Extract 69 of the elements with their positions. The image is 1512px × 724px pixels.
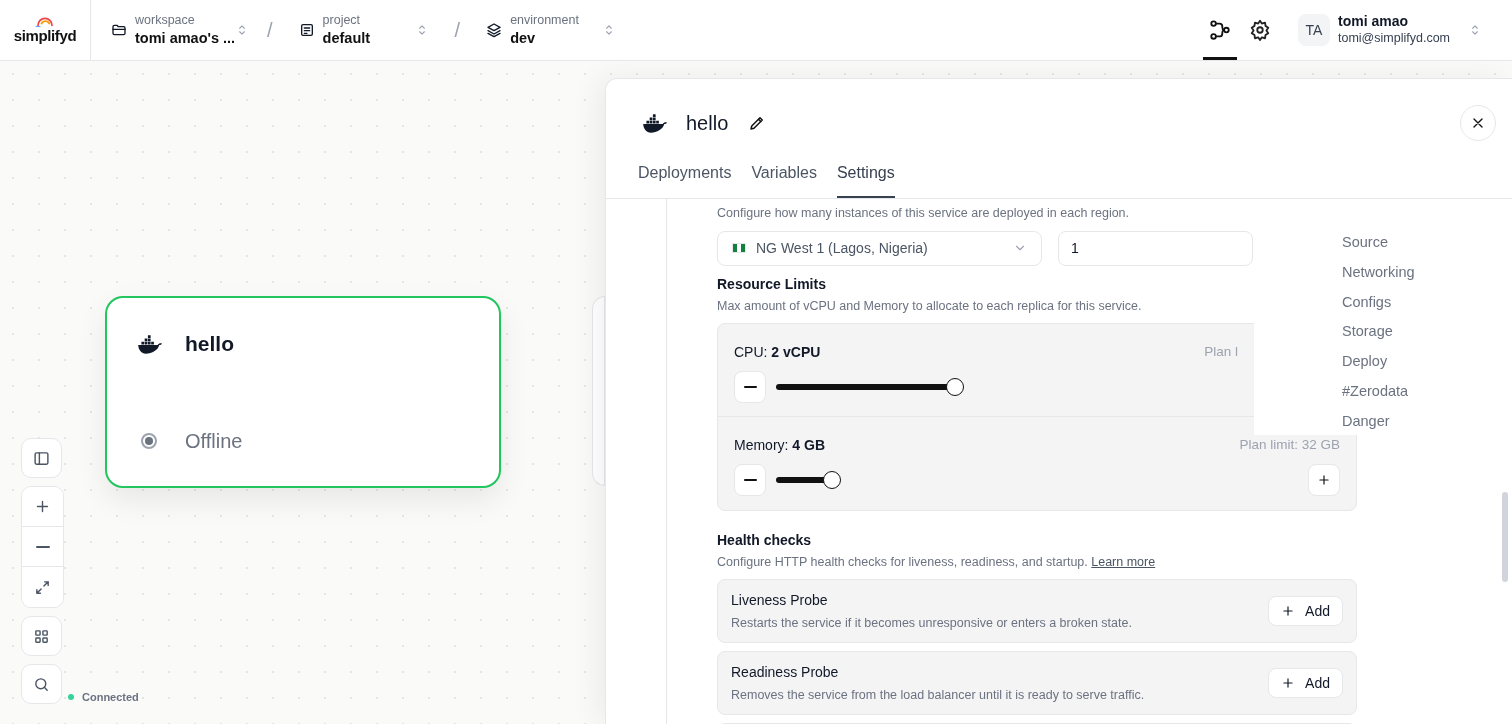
- sidebar-toggle-button[interactable]: [21, 438, 62, 478]
- minus-icon: [743, 478, 757, 481]
- section-nav-link[interactable]: #Zerodata: [1342, 380, 1512, 403]
- breadcrumb-separator: /: [267, 18, 273, 43]
- section-nav-link[interactable]: Deploy: [1342, 351, 1512, 373]
- user-menu[interactable]: TA tomi amao tomi@simplifyd.com: [1298, 13, 1482, 47]
- logo-text: simplifyd: [13, 25, 77, 46]
- plan-limit: Plan l: [1204, 342, 1238, 361]
- active-indicator: [1203, 57, 1237, 60]
- search-button[interactable]: [21, 664, 62, 704]
- nodes-icon: [1209, 19, 1231, 41]
- settings-icon: [1249, 19, 1271, 41]
- slider-thumb[interactable]: [823, 470, 842, 489]
- flag-icon: [732, 243, 746, 254]
- plan-limit: Plan limit: 32 GB: [1239, 435, 1340, 454]
- plus-icon: [1281, 604, 1296, 619]
- breadcrumb-separator: /: [454, 18, 461, 43]
- region-select[interactable]: NG West 1 (Lagos, Nigeria): [717, 230, 1042, 266]
- document-icon: [298, 22, 315, 38]
- avatar: TA: [1298, 14, 1330, 46]
- section-description: Configure HTTP health checks for liveness, readiness, and startup. Learn more: [717, 553, 1157, 571]
- search-icon: [33, 675, 50, 693]
- slider-label: CPU: 2 vCPU: [734, 342, 821, 362]
- layers-icon: [486, 22, 503, 38]
- plus-icon: [1317, 472, 1331, 487]
- plus-icon: [34, 498, 51, 515]
- service-name: hello: [185, 331, 234, 357]
- tab[interactable]: Deployments: [638, 149, 732, 198]
- section-nav-link[interactable]: Storage: [1342, 321, 1512, 343]
- slider-thumb[interactable]: [945, 377, 964, 396]
- probe-description: Restarts the service if it becomes unresponsive or enters a broken state.: [731, 614, 1133, 632]
- status-icon: [141, 433, 157, 449]
- tab[interactable]: Settings: [836, 149, 895, 198]
- section-description: Configure how many instances of this service are deployed in each region.: [717, 205, 1131, 222]
- panel-title: hello: [686, 111, 729, 136]
- expand-icon: [34, 578, 51, 596]
- probe-description: Removes the service from the load balancer until it is ready to serve traffic.: [731, 686, 1146, 704]
- section-nav-link[interactable]: Networking: [1342, 261, 1512, 284]
- connection-status: Connected: [82, 690, 139, 705]
- folder-icon: [111, 22, 127, 38]
- decrease-button[interactable]: [734, 463, 766, 496]
- section-nav-link[interactable]: Source: [1342, 232, 1512, 254]
- probe-title: Readiness Probe: [731, 662, 840, 682]
- grid-icon: [33, 627, 50, 645]
- service-node-card[interactable]: hello Offline: [105, 296, 501, 488]
- section-nav-link[interactable]: Configs: [1342, 291, 1512, 314]
- minus-icon: [743, 385, 757, 388]
- section-nav-link[interactable]: Danger: [1342, 410, 1512, 433]
- breadcrumb-selector[interactable]: project default: [278, 8, 449, 52]
- replicas-field[interactable]: 1: [1058, 230, 1253, 266]
- breadcrumb-selector[interactable]: workspace tomi amao's ...: [91, 8, 261, 52]
- increase-button[interactable]: [1308, 463, 1340, 496]
- scrollbar[interactable]: [1502, 492, 1508, 582]
- layout-button[interactable]: [21, 616, 62, 656]
- sidebar-icon: [33, 449, 50, 467]
- decrease-button[interactable]: [734, 370, 766, 403]
- tab[interactable]: Variables: [751, 149, 817, 198]
- plus-icon: [1281, 676, 1296, 691]
- probe-title: Liveness Probe: [731, 590, 829, 610]
- breadcrumb-selector[interactable]: environment dev: [466, 8, 637, 52]
- user-email: tomi@simplifyd.com: [1338, 30, 1450, 47]
- user-name: tomi amao: [1338, 13, 1409, 31]
- minus-icon: [35, 545, 50, 548]
- learn-more-link[interactable]: Learn more: [1091, 554, 1156, 569]
- status-label: Offline: [185, 429, 243, 454]
- slider-label: Memory: 4 GB: [734, 435, 826, 455]
- section-title: Health checks: [717, 530, 813, 550]
- add-button[interactable]: Add: [1268, 596, 1343, 627]
- add-button[interactable]: Add: [1268, 668, 1343, 699]
